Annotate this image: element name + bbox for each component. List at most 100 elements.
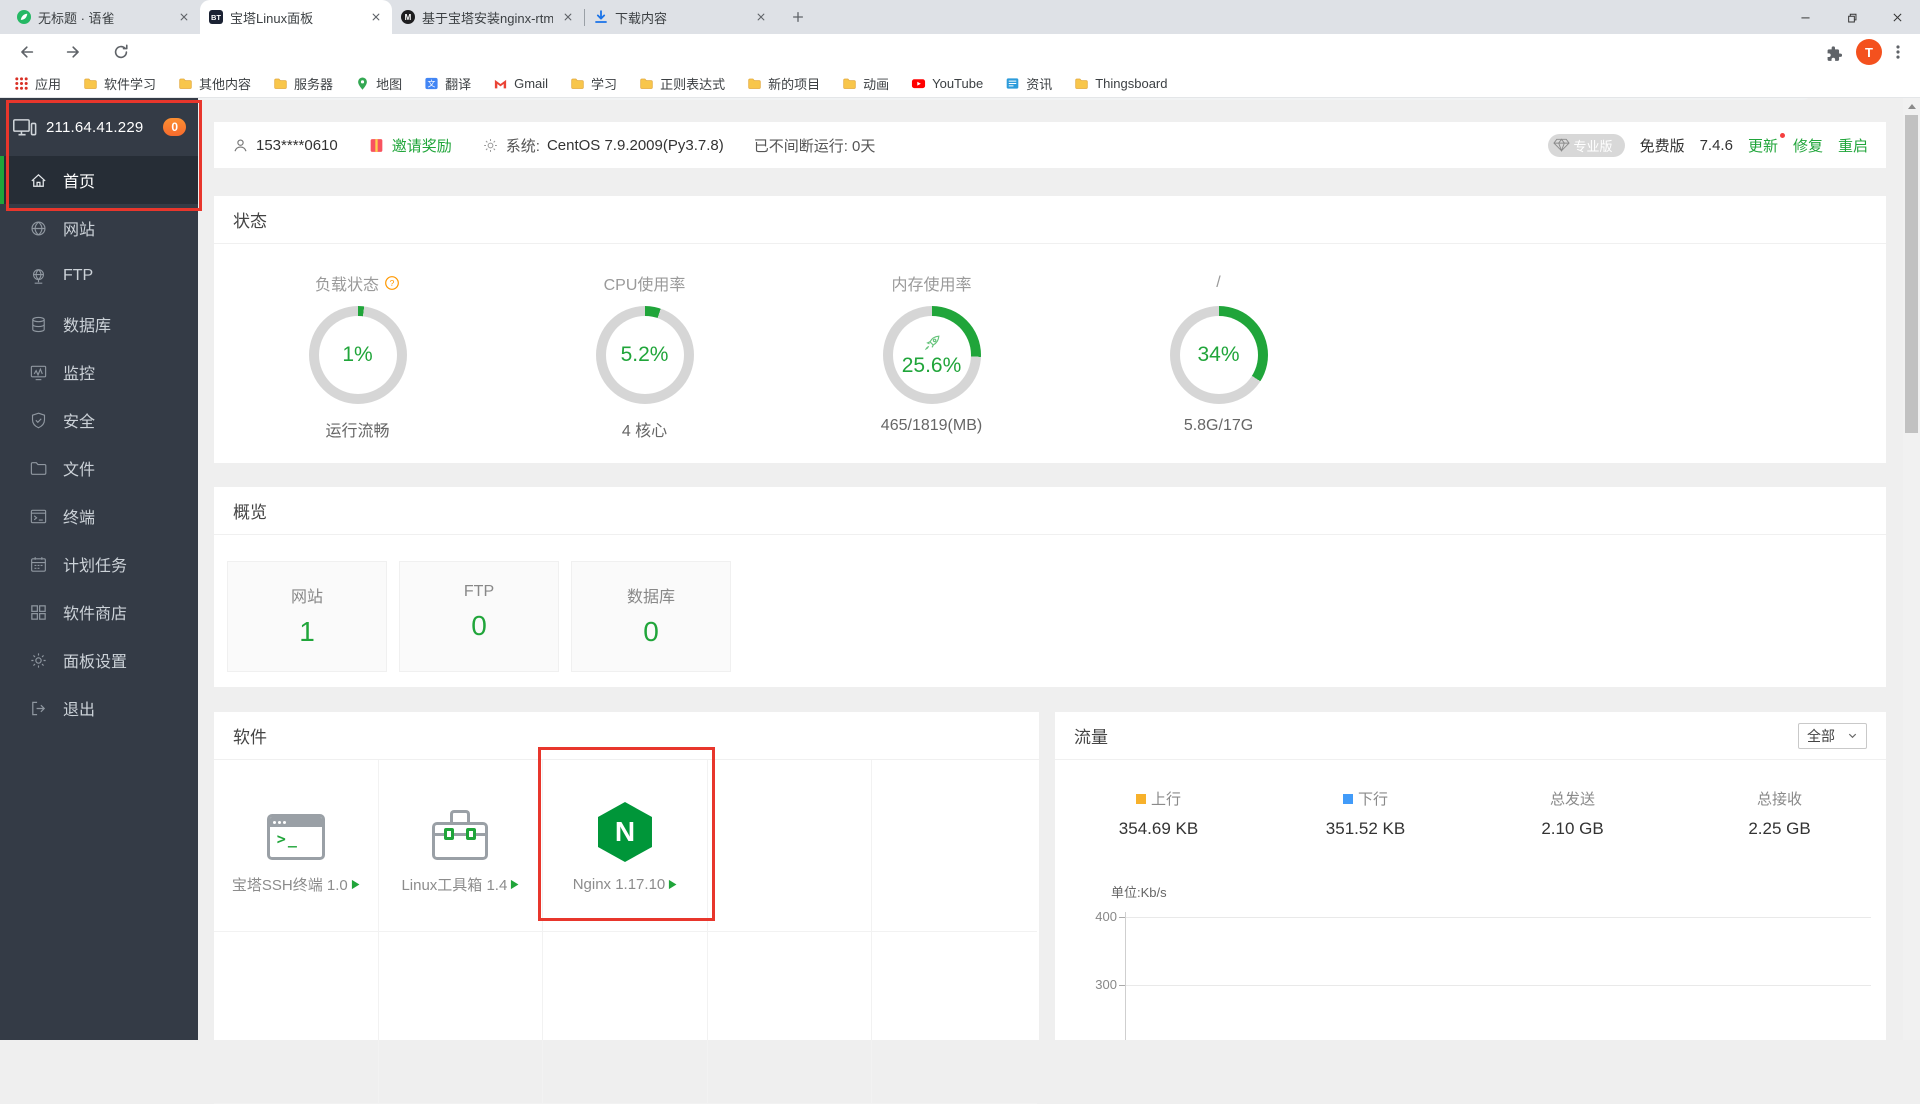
extensions-puzzle-icon[interactable] xyxy=(1822,40,1846,64)
sidebar-item-folderline[interactable]: 文件 xyxy=(0,444,198,492)
overview-value: 0 xyxy=(471,610,487,641)
help-icon[interactable]: ? xyxy=(384,275,400,291)
bookmark-label: 学习 xyxy=(591,77,618,92)
sidebar-item-database[interactable]: 数据库 xyxy=(0,300,198,348)
bookmark-item-12[interactable]: YouTube xyxy=(911,76,983,91)
software-item-name: Linux工具箱 1.4 xyxy=(401,874,519,895)
bookmark-item-1[interactable]: 应用 xyxy=(14,74,61,93)
gauge-title: / xyxy=(1216,272,1220,294)
overview-card-网站[interactable]: 网站 1 xyxy=(227,561,387,672)
restart-button[interactable]: 重启 xyxy=(1838,135,1868,156)
overview-value: 1 xyxy=(299,616,315,647)
traffic-stat-label: 上行 xyxy=(1135,788,1181,809)
overview-card-数据库[interactable]: 数据库 0 xyxy=(571,561,731,672)
overview-card-FTP[interactable]: FTP 0 xyxy=(399,561,559,672)
bookmark-item-13[interactable]: 资讯 xyxy=(1005,74,1052,93)
gauge-2: CPU使用率 5.2% 4 核心 xyxy=(501,272,788,441)
message-count-badge[interactable]: 0 xyxy=(163,118,186,136)
sidebar-item-gear[interactable]: 面板设置 xyxy=(0,636,198,684)
sidebar-item-home[interactable]: 首页 xyxy=(0,156,198,204)
sidebar-item-calendar[interactable]: 计划任务 xyxy=(0,540,198,588)
forward-button[interactable] xyxy=(60,39,86,65)
gauge-title-text: 负载状态 xyxy=(314,277,379,294)
bookmark-item-11[interactable]: 动画 xyxy=(842,74,889,93)
bookmark-item-8[interactable]: 学习 xyxy=(570,74,617,93)
back-button[interactable] xyxy=(14,39,40,65)
download-favicon xyxy=(593,9,609,25)
tab-nginx-rtmp-article[interactable]: M 基于宝塔安装nginx-rtmp-modu xyxy=(392,0,584,34)
sidebar-item-logout[interactable]: 退出 xyxy=(0,684,198,732)
svg-text:BT: BT xyxy=(211,13,221,22)
panel-topbar: 153****0610 邀请奖励 系统: CentOS 7.9.2009(Py3… xyxy=(214,122,1886,168)
sidebar-item-label: FTP xyxy=(63,267,94,284)
chart-unit-label: 单位:Kb/s xyxy=(1111,885,1167,900)
bookmarks-bar: 应用 软件学习 其他内容 服务器 地图 文翻译 Gmail 学习 正则表达式 新的项目 动画 YouT… xyxy=(0,70,1920,98)
bookmark-item-10[interactable]: 新的项目 xyxy=(747,74,820,93)
bookmark-item-7[interactable]: Gmail xyxy=(493,76,548,91)
browser-tabstrip: 无标题 · 语雀 BT 宝塔Linux面板 M 基于宝塔安装nginx-rtmp-mod… xyxy=(0,0,1920,34)
overview-card: 概览 网站 1 FTP 0 数据库 0 xyxy=(214,487,1886,687)
play-icon[interactable] xyxy=(351,879,360,890)
tab-close-icon[interactable] xyxy=(752,9,769,26)
update-button[interactable]: 更新 xyxy=(1748,132,1785,156)
bookmark-item-4[interactable]: 服务器 xyxy=(273,74,333,93)
new-tab-button[interactable] xyxy=(785,4,811,30)
invite-reward-link[interactable]: 邀请奖励 xyxy=(392,135,452,156)
reload-button[interactable] xyxy=(108,39,134,65)
server-header[interactable]: 211.64.41.229 0 xyxy=(0,98,198,156)
traffic-stat-label: 下行 xyxy=(1342,788,1388,809)
tab-title: 宝塔Linux面板 xyxy=(230,10,314,26)
scrollbar-thumb[interactable] xyxy=(1905,115,1918,433)
software-cell-empty xyxy=(214,932,379,1104)
browser-menu-icon[interactable] xyxy=(1886,40,1910,64)
sidebar-item-monitor[interactable]: 监控 xyxy=(0,348,198,396)
tab-downloads[interactable]: 下载内容 xyxy=(585,0,777,34)
sidebar-item-terminal[interactable]: 终端 xyxy=(0,492,198,540)
update-notification-dot xyxy=(1779,132,1785,138)
sidebar-item-ftp[interactable]: FTP xyxy=(0,252,198,300)
tab-close-icon[interactable] xyxy=(175,9,192,26)
software-cell-empty xyxy=(707,760,873,932)
scrollbar-up-arrow-icon[interactable] xyxy=(1903,98,1920,115)
tab-yuque-doc[interactable]: 无标题 · 语雀 xyxy=(8,0,200,34)
window-restore-button[interactable] xyxy=(1828,0,1874,34)
sidebar-item-shield[interactable]: 安全 xyxy=(0,396,198,444)
server-monitor-icon xyxy=(12,115,38,139)
sidebar-item-grid[interactable]: 软件商店 xyxy=(0,588,198,636)
software-item-linux-toolbox[interactable]: Linux工具箱 1.4 xyxy=(378,760,544,932)
sidebar-item-label: 终端 xyxy=(63,510,96,527)
bookmark-item-9[interactable]: 正则表达式 xyxy=(639,74,725,93)
bookmark-item-6[interactable]: 文翻译 xyxy=(424,74,471,93)
tab-baota-panel[interactable]: BT 宝塔Linux面板 xyxy=(200,0,392,34)
software-name-text: Nginx 1.17.10 xyxy=(572,876,666,893)
bookmark-item-2[interactable]: 软件学习 xyxy=(83,74,156,93)
window-close-button[interactable] xyxy=(1874,0,1920,34)
tab-close-icon[interactable] xyxy=(559,9,576,26)
software-item-baota-ssh-terminal[interactable]: >_ 宝塔SSH终端 1.0 xyxy=(214,760,379,932)
traffic-stat-value: 354.69 KB xyxy=(1118,819,1199,838)
profile-avatar[interactable]: T xyxy=(1856,39,1882,65)
bookmark-item-3[interactable]: 其他内容 xyxy=(178,74,251,93)
sidebar-item-label: 退出 xyxy=(63,702,96,719)
bookmark-item-14[interactable]: Thingsboard xyxy=(1074,76,1168,91)
ssh-icon: >_ xyxy=(266,796,325,860)
software-item-nginx[interactable]: N Nginx 1.17.10 xyxy=(543,760,708,932)
folder-icon xyxy=(1074,76,1089,91)
software-name-text: Linux工具箱 1.4 xyxy=(401,877,508,894)
window-minimize-button[interactable] xyxy=(1782,0,1828,34)
repair-button[interactable]: 修复 xyxy=(1793,135,1823,156)
pro-edition-badge[interactable]: 专业版 xyxy=(1547,133,1625,157)
page-scrollbar[interactable] xyxy=(1903,98,1920,1040)
play-icon[interactable] xyxy=(510,879,519,890)
gauge-caption: 4 核心 xyxy=(621,423,668,440)
traffic-filter-select[interactable]: 全部 xyxy=(1798,722,1867,749)
traffic-stat-1: 上行 354.69 KB xyxy=(1055,788,1262,839)
sidebar-item-site[interactable]: 网站 xyxy=(0,204,198,252)
traffic-stat-4: 总接收 2.25 GB xyxy=(1676,788,1883,839)
user-id[interactable]: 153****0610 xyxy=(256,137,338,154)
gauge-ring-inner: 1% xyxy=(318,316,397,394)
tab-close-icon[interactable] xyxy=(367,9,384,26)
play-icon[interactable] xyxy=(668,879,677,890)
bookmark-label: 软件学习 xyxy=(104,77,157,92)
bookmark-item-5[interactable]: 地图 xyxy=(355,74,402,93)
